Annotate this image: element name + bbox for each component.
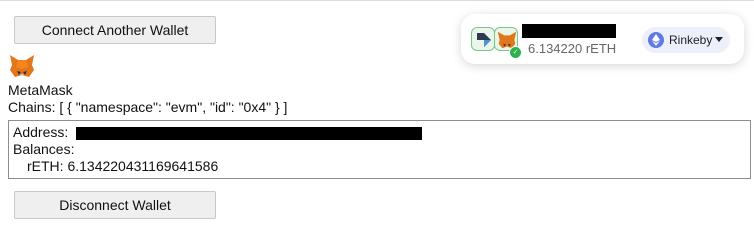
network-selector[interactable]: Rinkeby	[642, 27, 730, 53]
walletconnect-icon	[471, 27, 495, 51]
metamask-fox-icon	[10, 55, 34, 77]
address-row: Address:	[13, 124, 423, 140]
ethereum-icon	[648, 32, 664, 48]
connect-another-wallet-button[interactable]: Connect Another Wallet	[14, 16, 216, 44]
redacted-address	[76, 126, 423, 140]
top-divider	[0, 0, 754, 1]
check-icon: ✓	[509, 46, 522, 59]
wallet-name: MetaMask	[8, 82, 73, 98]
balance-value: rETH: 6.134220431169641586	[27, 158, 219, 174]
account-center[interactable]: ✓ 6.134220 rETH Rinkeby	[461, 14, 744, 64]
network-name: Rinkeby	[669, 33, 713, 47]
disconnect-wallet-button[interactable]: Disconnect Wallet	[14, 191, 216, 219]
account-balance: 6.134220 rETH	[528, 41, 617, 56]
balances-label: Balances:	[13, 141, 75, 157]
wallet-details-box: Address: Balances: rETH: 6.1342204311696…	[8, 120, 751, 179]
chains-info: Chains: [ { "namespace": "evm", "id": "0…	[8, 99, 288, 115]
address-label: Address:	[13, 124, 69, 140]
redacted-account-name	[522, 24, 616, 38]
caret-down-icon	[715, 37, 723, 42]
